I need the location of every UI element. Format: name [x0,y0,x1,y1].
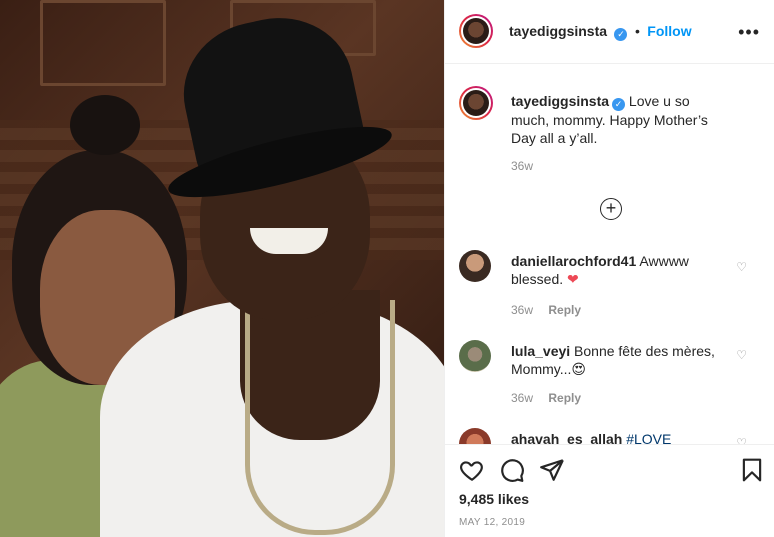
comment-username[interactable]: ahavah_es_allah [511,431,622,444]
comment-bubble-icon[interactable] [499,457,525,483]
comment-text-block: ahavah_es_allah #LOVE [511,430,741,444]
author-username[interactable]: tayediggsinsta [509,23,607,39]
reply-button[interactable]: Reply [548,391,581,405]
caption-timestamp[interactable]: 36w [511,159,533,173]
post-actions: 9,485 likes MAY 12, 2019 [444,444,774,537]
woman-hair-bun [70,95,140,155]
necklace-chain [245,300,395,535]
comment-meta: 36w Reply [511,303,581,317]
post-header: tayediggsinsta ✓ • Follow ••• [444,0,774,64]
verified-badge-icon: ✓ [612,98,626,111]
comment-username[interactable]: daniellarochford41 [511,253,636,269]
verified-badge-icon: ✓ [614,28,628,41]
likes-count[interactable]: 9,485 likes [459,491,529,507]
separator-dot: • [634,23,640,39]
comments-section: tayediggsinsta ✓ Love u so much, mommy. H… [444,64,774,444]
comment-time[interactable]: 36w [511,303,533,317]
hashtag-link[interactable]: #LOVE [626,431,671,444]
commenter-avatar[interactable] [459,428,491,444]
more-options-icon[interactable]: ••• [738,22,760,43]
commenter-avatar[interactable] [459,250,491,282]
author-avatar[interactable] [459,14,493,48]
comment-text-block: daniellarochford41 Awwww blessed. ❤ [511,252,741,288]
wall-frame [40,0,166,86]
author-line: tayediggsinsta ✓ • Follow [509,23,692,41]
post-photo[interactable] [0,0,444,537]
comment-time[interactable]: 36w [511,391,533,405]
comment-like-heart-icon[interactable]: ♡ [736,260,747,274]
post-date[interactable]: MAY 12, 2019 [459,517,525,528]
follow-button[interactable]: Follow [647,23,691,39]
comment-like-heart-icon[interactable]: ♡ [736,348,747,362]
share-send-icon[interactable] [539,457,565,483]
caption-username[interactable]: tayediggsinsta [511,93,609,109]
save-bookmark-icon[interactable] [739,457,765,483]
heart-eyes-emoji: 😍 [571,361,587,377]
comment-username[interactable]: lula_veyi [511,343,570,359]
comment-like-heart-icon[interactable]: ♡ [736,436,747,444]
caption-avatar[interactable] [459,86,493,120]
commenter-avatar[interactable] [459,340,491,372]
comment-meta: 36w Reply [511,391,581,405]
like-heart-icon[interactable] [459,457,485,483]
red-heart-emoji: ❤ [567,271,579,287]
reply-button[interactable]: Reply [548,303,581,317]
caption-text-block: tayediggsinsta ✓ Love u so much, mommy. H… [511,92,726,147]
comment-text-block: lula_veyi Bonne fête des mères, Mommy...… [511,342,741,378]
plus-circle-icon[interactable]: + [600,198,622,220]
